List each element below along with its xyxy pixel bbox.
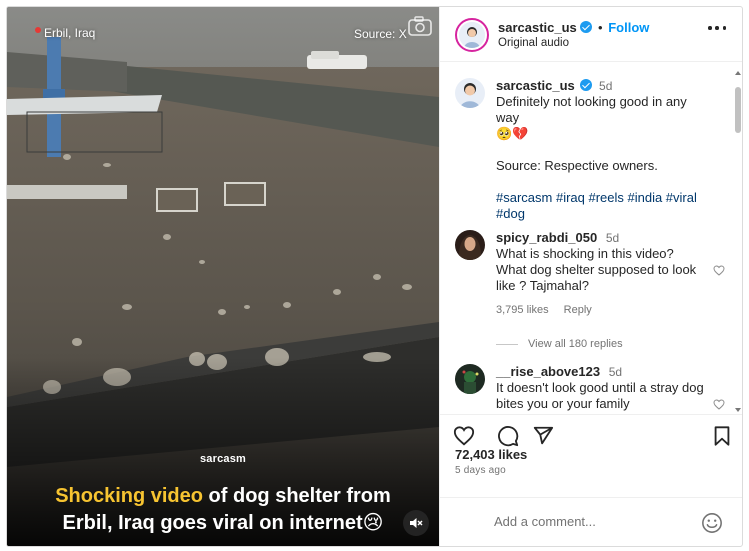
caption-highlight: Shocking video: [55, 485, 203, 507]
video-frame: [7, 7, 439, 546]
reply-button[interactable]: Reply: [564, 304, 592, 316]
action-bar: [440, 414, 742, 450]
caption-source: Source: Respective owners.: [496, 158, 658, 173]
reel-video[interactable]: Erbil, Iraq Source: X sarcasm Shocking v…: [7, 7, 439, 546]
verified-icon: [580, 79, 593, 91]
post-dialog: Erbil, Iraq Source: X sarcasm Shocking v…: [6, 6, 743, 547]
original-audio-link[interactable]: Original audio: [498, 37, 569, 49]
more-icon: [708, 26, 712, 30]
caption-hashtags[interactable]: #sarcasm #iraq #reels #india #viral #dog: [496, 190, 706, 222]
caption-username[interactable]: sarcastic_us: [496, 78, 575, 93]
mute-button[interactable]: [403, 510, 429, 536]
camera-icon: [408, 16, 432, 36]
comment-icon[interactable]: [497, 425, 519, 447]
location-text: Erbil, Iraq: [44, 26, 96, 40]
video-caption: Shocking video of dog shelter from Erbil…: [7, 483, 439, 537]
posted-time: 5 days ago: [455, 465, 506, 476]
comment-likes[interactable]: 3,795 likes: [496, 304, 549, 316]
author-avatar-small[interactable]: [455, 78, 485, 108]
author-avatar[interactable]: [455, 18, 489, 52]
post-panel: sarcastic_us • Follow Original audio sar…: [439, 7, 742, 546]
follow-button[interactable]: Follow: [608, 20, 649, 35]
caption-text: Definitely not looking good in any way: [496, 94, 687, 125]
source-label: Source: X: [354, 27, 407, 41]
caption-emoji: 🥺💔: [496, 126, 529, 141]
caption-time: 5d: [599, 79, 613, 93]
heart-icon[interactable]: [453, 425, 475, 447]
location-label: Erbil, Iraq: [35, 26, 95, 40]
comment-time: 5d: [605, 231, 620, 245]
comment-text: What is shocking in this video? What dog…: [496, 246, 697, 293]
view-replies-label: View all 180 replies: [528, 338, 623, 350]
comments-list[interactable]: sarcastic_us 5d Definitely not looking g…: [440, 63, 742, 413]
caption-line-2: Erbil, Iraq goes viral on internet: [62, 512, 363, 534]
location-pin-icon: [35, 27, 41, 33]
view-replies-button[interactable]: View all 180 replies: [496, 338, 623, 350]
share-icon[interactable]: [532, 425, 554, 447]
author-username[interactable]: sarcastic_us: [498, 20, 577, 35]
emoji-icon[interactable]: [701, 512, 723, 534]
header-user-line: sarcastic_us • Follow: [498, 20, 649, 35]
comment-username[interactable]: spicy_rabdi_050: [496, 230, 597, 245]
comment-time: 5d: [608, 365, 623, 379]
brand-watermark: sarcasm: [199, 453, 247, 465]
comment-like-icon[interactable]: [713, 265, 725, 276]
comment-input[interactable]: [494, 514, 684, 529]
more-options-button[interactable]: [708, 26, 726, 32]
comment-like-icon[interactable]: [713, 399, 725, 410]
bookmark-icon[interactable]: [711, 425, 733, 447]
comment-text: It doesn't look good until a stray dog b…: [496, 380, 704, 411]
commenter-avatar[interactable]: [455, 230, 485, 260]
caption-emoji: 😢: [362, 512, 384, 534]
mute-icon: [410, 518, 423, 528]
commenter-avatar[interactable]: [455, 364, 485, 394]
comment-username[interactable]: __rise_above123: [496, 364, 600, 379]
separator-dot: •: [598, 20, 603, 35]
comment-meta: 3,795 likes Reply: [496, 302, 706, 318]
likes-count[interactable]: 72,403 likes: [455, 447, 527, 462]
add-comment-bar: [440, 497, 742, 546]
caption-line-1: of dog shelter from: [203, 485, 391, 507]
post-header: sarcastic_us • Follow Original audio: [440, 7, 742, 62]
verified-icon: [580, 21, 593, 33]
comments-scrollbar[interactable]: [734, 69, 742, 414]
